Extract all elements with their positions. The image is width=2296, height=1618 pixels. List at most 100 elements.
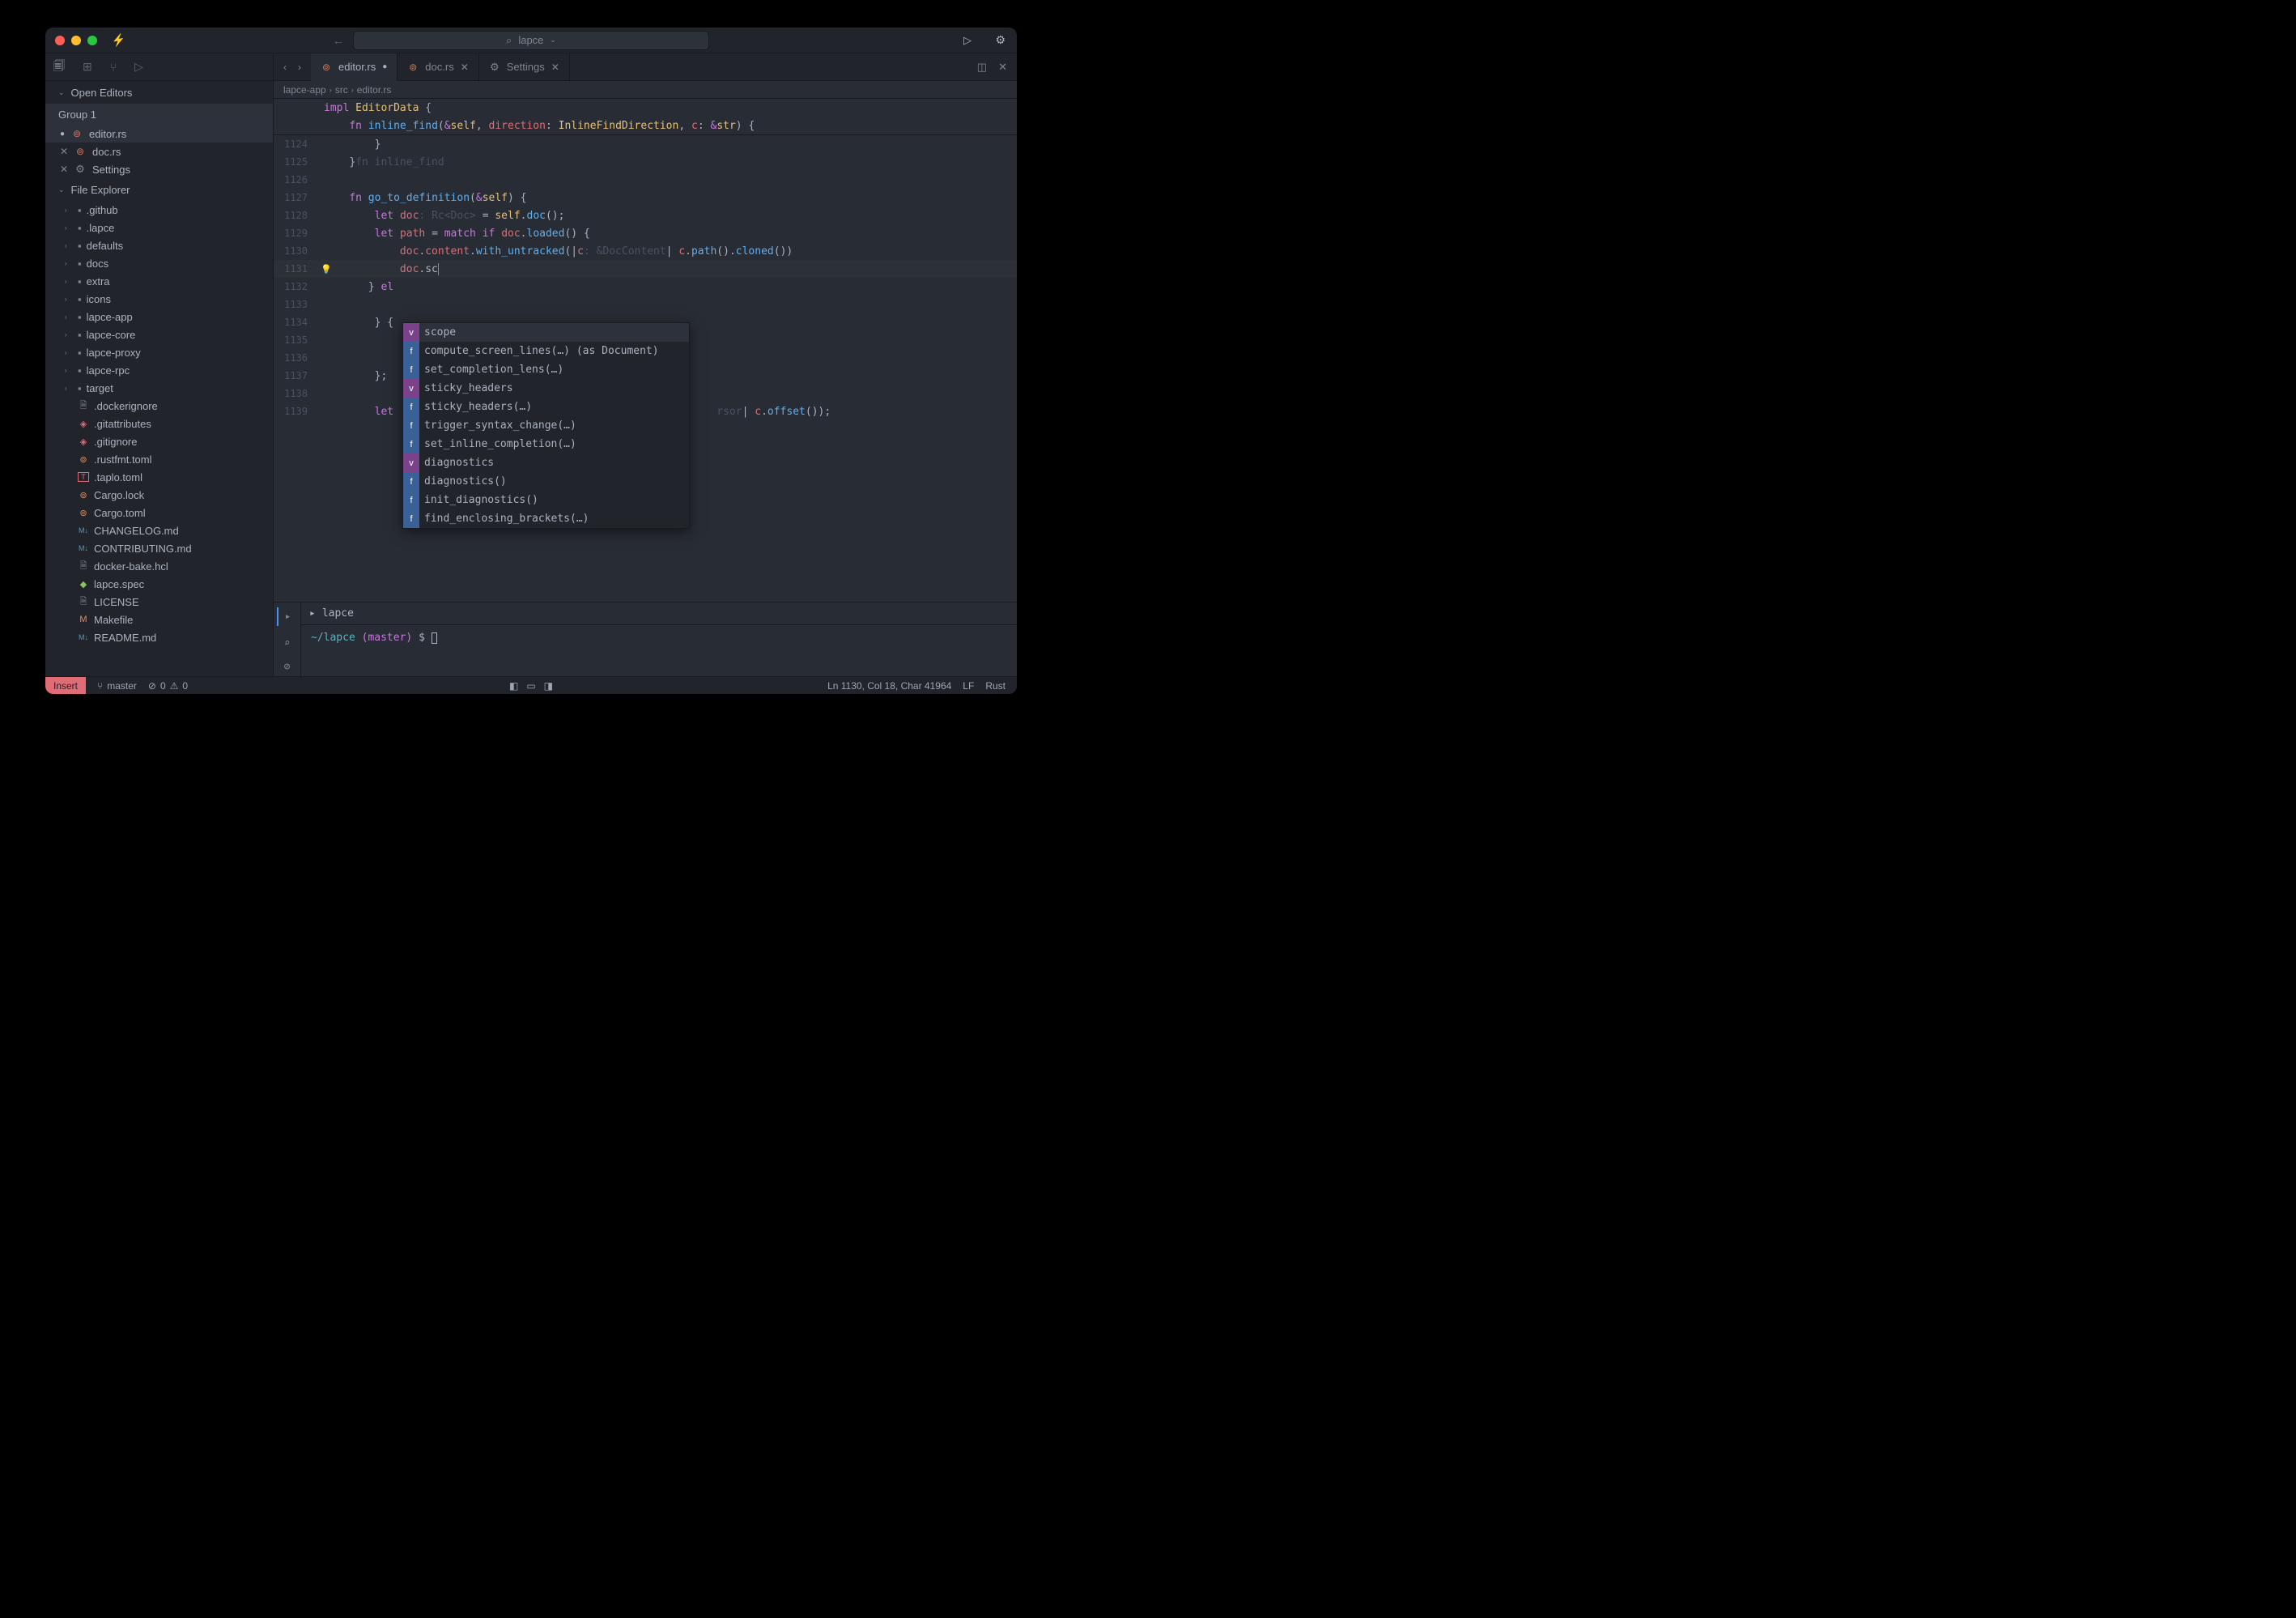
code-line[interactable]: 1133 (274, 296, 1017, 313)
status-eol[interactable]: LF (963, 680, 974, 692)
breadcrumb-segment[interactable]: src (335, 84, 348, 96)
autocomplete-item[interactable]: fset_inline_completion(…) (403, 435, 689, 453)
file-item[interactable]: ⊚Cargo.lock (45, 486, 273, 504)
folder-item[interactable]: ›▪lapce-app (45, 308, 273, 326)
close-editor-icon[interactable]: ✕ (998, 61, 1007, 74)
close-icon[interactable]: ✕ (60, 164, 68, 175)
extensions-tab-icon[interactable]: ⊞ (83, 60, 92, 74)
code-line[interactable]: 1131💡 doc.sc (274, 260, 1017, 278)
status-language[interactable]: Rust (985, 680, 1006, 692)
autocomplete-item[interactable]: vsticky_headers (403, 379, 689, 398)
file-item[interactable]: 🗎LICENSE (45, 593, 273, 611)
nav-back-button[interactable]: ← (333, 34, 344, 47)
autocomplete-item[interactable]: finit_diagnostics() (403, 491, 689, 509)
folder-item[interactable]: ›▪defaults (45, 236, 273, 254)
status-diagnostics[interactable]: ⊘0 ⚠0 (148, 680, 188, 692)
editor-tab[interactable]: ⊚editor.rs● (311, 53, 398, 81)
window-controls (55, 36, 97, 45)
scm-tab-icon[interactable]: ⑂ (110, 61, 117, 74)
file-explorer-header[interactable]: ⌄ File Explorer (45, 178, 273, 201)
run-button[interactable]: ▷ (963, 34, 972, 47)
open-editor-item[interactable]: ✕⊚doc.rs (45, 143, 273, 160)
status-cursor-position[interactable]: Ln 1130, Col 18, Char 41964 (827, 680, 951, 692)
terminal-content[interactable]: ~/lapce (master) $ (301, 625, 1017, 650)
code-line[interactable]: 1130 doc.content.with_untracked(|c: &Doc… (274, 242, 1017, 260)
close-icon[interactable]: ✕ (461, 62, 469, 73)
folder-item[interactable]: ›▪.lapce (45, 219, 273, 236)
autocomplete-item[interactable]: vscope (403, 323, 689, 342)
open-editor-item[interactable]: ✕⚙Settings (45, 160, 273, 178)
status-branch[interactable]: ⑂ master (97, 680, 137, 692)
panel-toggle-bottom-icon[interactable]: ▭ (526, 680, 535, 692)
editor-tab[interactable]: ⚙Settings✕ (479, 53, 570, 81)
folder-item[interactable]: ›▪icons (45, 290, 273, 308)
minimize-window-button[interactable] (71, 36, 81, 45)
completion-kind-icon: f (403, 360, 419, 379)
folder-item[interactable]: ›▪target (45, 379, 273, 397)
sticky-line: impl EditorData { (274, 99, 1017, 117)
completion-kind-icon: v (403, 453, 419, 472)
autocomplete-item[interactable]: fset_completion_lens(…) (403, 360, 689, 379)
breadcrumb[interactable]: lapce-app›src›editor.rs (274, 81, 1017, 99)
code-line[interactable]: 1125 }fn inline_find (274, 153, 1017, 171)
folder-item[interactable]: ›▪lapce-rpc (45, 361, 273, 379)
file-item[interactable]: M↓CONTRIBUTING.md (45, 539, 273, 557)
code-editor[interactable]: impl EditorData { fn inline_find(&self, … (274, 99, 1017, 676)
file-item[interactable]: ◈.gitattributes (45, 415, 273, 432)
file-item[interactable]: 🗎docker-bake.hcl (45, 557, 273, 575)
close-window-button[interactable] (55, 36, 65, 45)
lightbulb-icon[interactable]: 💡 (321, 264, 332, 275)
panel-toggle-left-icon[interactable]: ◧ (509, 680, 518, 692)
explorer-tab-icon[interactable]: 🗐 (53, 57, 65, 83)
code-line[interactable]: 1124 } (274, 135, 1017, 153)
debug-tab-icon[interactable]: ▷ (134, 60, 143, 74)
code-line[interactable]: 1129 let path = match if doc.loaded() { (274, 224, 1017, 242)
code-line[interactable]: 1132 } el (274, 278, 1017, 296)
tab-next-button[interactable]: › (298, 62, 301, 73)
folder-item[interactable]: ›▪docs (45, 254, 273, 272)
command-search-input[interactable]: ⌕ lapce ⌄ (353, 31, 709, 50)
autocomplete-item[interactable]: fsticky_headers(…) (403, 398, 689, 416)
breadcrumb-segment[interactable]: editor.rs (357, 84, 392, 96)
autocomplete-item[interactable]: fcompute_screen_lines(…) (as Document) (403, 342, 689, 360)
file-item[interactable]: ⊚Cargo.toml (45, 504, 273, 522)
search-panel-tab-icon[interactable]: ⌕ (284, 637, 291, 649)
open-editor-item[interactable]: ●⊚editor.rs (45, 125, 273, 143)
file-item[interactable]: T.taplo.toml (45, 468, 273, 486)
folder-item[interactable]: ›▪lapce-proxy (45, 343, 273, 361)
terminal-panel-tab-icon[interactable]: ▸ (277, 607, 298, 626)
file-item[interactable]: MMakefile (45, 611, 273, 628)
terminal-tab[interactable]: lapce (322, 607, 354, 620)
close-icon[interactable]: ✕ (551, 62, 559, 73)
file-item[interactable]: ◈.gitignore (45, 432, 273, 450)
file-item[interactable]: ◆lapce.spec (45, 575, 273, 593)
editor-tab[interactable]: ⊚doc.rs✕ (398, 53, 478, 81)
autocomplete-item[interactable]: vdiagnostics (403, 453, 689, 472)
maximize-window-button[interactable] (87, 36, 97, 45)
problems-panel-tab-icon[interactable]: ⊘ (284, 661, 291, 673)
autocomplete-item[interactable]: ffind_enclosing_brackets(…) (403, 509, 689, 528)
folder-item[interactable]: ›▪.github (45, 201, 273, 219)
file-item[interactable]: M↓README.md (45, 628, 273, 646)
panel-toggle-right-icon[interactable]: ◨ (544, 680, 553, 692)
autocomplete-item[interactable]: ftrigger_syntax_change(…) (403, 416, 689, 435)
rust-file-icon: ⊚ (78, 508, 89, 518)
file-item[interactable]: M↓CHANGELOG.md (45, 522, 273, 539)
breadcrumb-segment[interactable]: lapce-app (283, 84, 326, 96)
code-line[interactable]: 1126 (274, 171, 1017, 189)
remote-icon[interactable]: ⚡ (111, 32, 127, 49)
split-editor-icon[interactable]: ◫ (977, 61, 987, 74)
folder-item[interactable]: ›▪extra (45, 272, 273, 290)
file-item[interactable]: 🗎.dockerignore (45, 397, 273, 415)
close-icon[interactable]: ✕ (60, 146, 68, 157)
tab-prev-button[interactable]: ‹ (283, 62, 287, 73)
open-editors-header[interactable]: ⌄ Open Editors (45, 81, 273, 104)
settings-gear-icon[interactable]: ⚙ (995, 33, 1006, 47)
folder-icon: ▪ (78, 204, 82, 216)
line-number: 1132 (274, 281, 324, 292)
folder-item[interactable]: ›▪lapce-core (45, 326, 273, 343)
file-item[interactable]: ⊚.rustfmt.toml (45, 450, 273, 468)
code-line[interactable]: 1127 fn go_to_definition(&self) { (274, 189, 1017, 207)
autocomplete-item[interactable]: fdiagnostics() (403, 472, 689, 491)
code-line[interactable]: 1128 let doc: Rc<Doc> = self.doc(); (274, 207, 1017, 224)
